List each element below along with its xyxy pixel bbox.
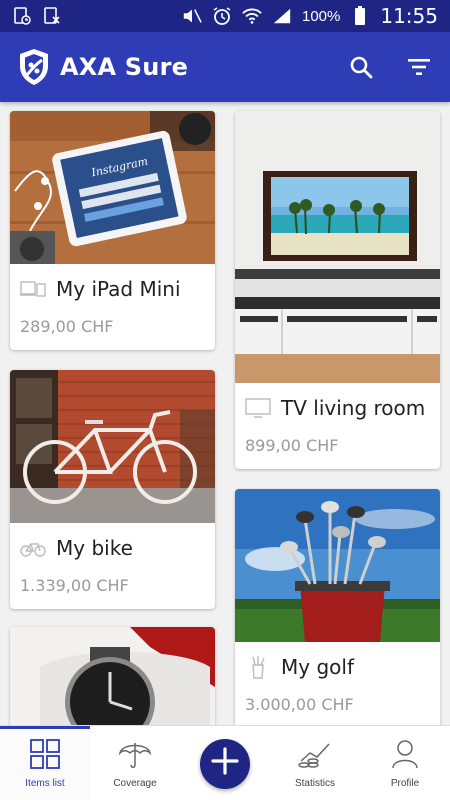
item-name: My iPad Mini (56, 277, 181, 301)
clock: 11:55 (380, 4, 438, 28)
alarm-icon (212, 6, 232, 26)
bike-icon (20, 537, 46, 559)
nav-label: Profile (390, 777, 420, 789)
active-tab-indicator (0, 726, 90, 729)
tv-photo (235, 111, 440, 383)
search-icon[interactable] (348, 54, 374, 80)
nav-add[interactable] (180, 726, 270, 800)
item-name: TV living room (281, 396, 426, 420)
golf-icon (245, 656, 271, 679)
add-icon (210, 746, 240, 781)
signal-icon (272, 6, 292, 26)
grid-icon (30, 738, 60, 774)
tv-icon (245, 397, 271, 419)
umbrella-icon (118, 739, 152, 774)
bike-photo (10, 370, 215, 523)
bottom-nav: Items list Coverage Statistics Profile (0, 725, 450, 800)
nav-coverage[interactable]: Coverage (90, 726, 180, 800)
nav-profile[interactable]: Profile (360, 726, 450, 800)
nav-items-list[interactable]: Items list (0, 726, 90, 800)
item-card-bike[interactable]: My bike 1.339,00 CHF (10, 370, 215, 609)
add-button[interactable] (200, 738, 250, 789)
nav-statistics[interactable]: Statistics (270, 726, 360, 800)
wifi-icon (242, 6, 262, 26)
file-icon (12, 6, 32, 26)
item-price: 1.339,00 CHF (20, 576, 129, 595)
mute-icon (182, 6, 202, 26)
item-name: My bike (56, 536, 133, 560)
chart-icon (298, 739, 332, 774)
item-card-golf[interactable]: My golf 3.000,00 CHF (235, 489, 440, 725)
nav-label: Statistics (294, 777, 335, 789)
item-price: 289,00 CHF (20, 317, 114, 336)
item-price: 899,00 CHF (245, 436, 339, 455)
item-name: My golf (281, 655, 354, 679)
item-card-tv[interactable]: TV living room 899,00 CHF (235, 111, 440, 469)
filter-icon[interactable] (406, 54, 432, 80)
nav-label: Coverage (113, 777, 157, 789)
items-grid: Instagram My iPad Mini 289,00 CHF TV liv… (0, 102, 450, 725)
status-bar: 100% 11:55 (0, 0, 450, 32)
item-card-watch[interactable] (10, 627, 215, 725)
person-icon (390, 739, 420, 774)
ipad-photo: Instagram (10, 111, 215, 264)
nav-label: Items list (25, 777, 65, 789)
watch-photo (10, 627, 215, 725)
battery-icon (350, 6, 370, 26)
app-bar: AXA Sure (0, 32, 450, 102)
tablet-icon (20, 278, 46, 300)
app-title: AXA Sure (60, 53, 189, 81)
item-card-ipad[interactable]: Instagram My iPad Mini 289,00 CHF (10, 111, 215, 350)
battery-percent: 100% (301, 7, 341, 25)
item-price: 3.000,00 CHF (245, 695, 354, 714)
excel-icon (42, 6, 62, 26)
golf-photo (235, 489, 440, 642)
axa-logo-icon (18, 48, 50, 86)
